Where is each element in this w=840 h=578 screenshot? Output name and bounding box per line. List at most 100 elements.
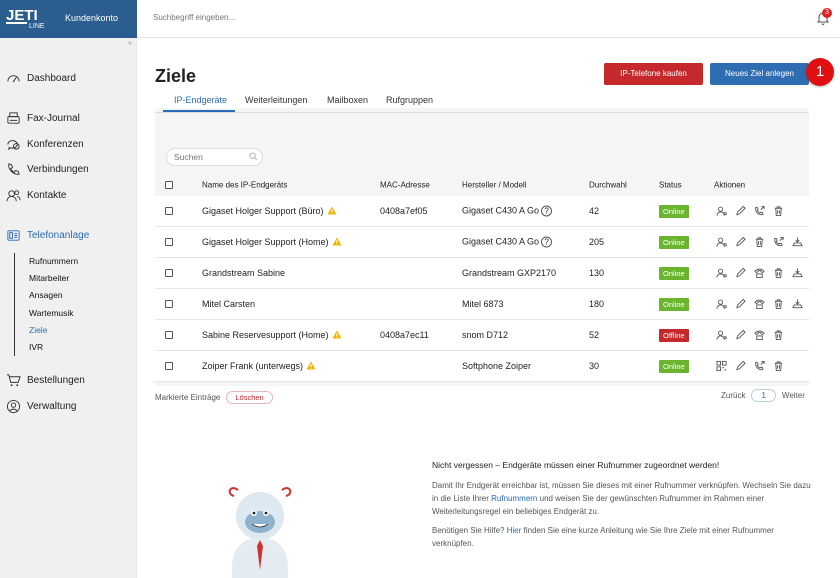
trash-icon[interactable] bbox=[773, 268, 784, 279]
qr-code-icon[interactable] bbox=[716, 360, 727, 372]
phone-icon bbox=[8, 163, 20, 175]
call-forward-icon[interactable] bbox=[754, 360, 765, 372]
new-target-button[interactable]: Neues Ziel anlegen bbox=[710, 63, 809, 85]
row-checkbox[interactable] bbox=[165, 300, 173, 308]
subnav-wartemusik[interactable]: Wartemusik bbox=[29, 305, 78, 322]
rufnummern-link[interactable]: Rufnummern bbox=[491, 494, 537, 503]
user-circle-icon bbox=[6, 399, 21, 414]
provision-icon[interactable] bbox=[792, 299, 803, 310]
row-checkbox[interactable] bbox=[165, 331, 173, 339]
assign-user-icon[interactable] bbox=[716, 206, 727, 217]
device-name[interactable]: Gigaset Holger Support (Büro) bbox=[202, 206, 337, 216]
edit-icon[interactable] bbox=[735, 205, 746, 217]
provision-icon[interactable] bbox=[792, 237, 803, 248]
nav-verwaltung[interactable]: Verwaltung bbox=[6, 399, 76, 414]
table-row[interactable]: Zoiper Frank (unterwegs) Softphone Zoiper… bbox=[155, 351, 809, 382]
delete-selected-button[interactable]: Löschen bbox=[226, 391, 273, 404]
desk-phone-icon[interactable] bbox=[754, 268, 765, 279]
device-name[interactable]: Zoiper Frank (unterwegs) bbox=[202, 361, 316, 371]
select-all-checkbox[interactable] bbox=[165, 181, 173, 189]
desk-phone-icon[interactable] bbox=[754, 330, 765, 341]
nav-konferenzen[interactable]: Konferenzen bbox=[6, 137, 84, 152]
svg-text:LINE: LINE bbox=[29, 23, 45, 30]
assign-user-icon[interactable] bbox=[716, 299, 727, 310]
nav-dashboard[interactable]: Dashboard bbox=[6, 71, 76, 86]
marked-entries-label: Markierte Einträge bbox=[155, 393, 221, 402]
extension: 42 bbox=[589, 206, 600, 216]
device-model-text: Gigaset C430 A Go bbox=[462, 205, 540, 216]
subnav-ansagen[interactable]: Ansagen bbox=[29, 287, 78, 304]
device-name[interactable]: Grandstream Sabine bbox=[202, 268, 285, 278]
status-badge: Online bbox=[659, 236, 689, 249]
status-badge: Online bbox=[659, 360, 689, 373]
header-status: Status bbox=[659, 180, 682, 190]
nav-verbindungen-label: Verbindungen bbox=[27, 164, 89, 175]
assign-user-icon[interactable] bbox=[716, 268, 727, 279]
phone-system-icon bbox=[7, 230, 20, 241]
table-row[interactable]: Gigaset Holger Support (Büro) 0408a7ef05 G… bbox=[155, 196, 809, 227]
tab-divider bbox=[155, 112, 809, 113]
device-name[interactable]: Mitel Carsten bbox=[202, 299, 255, 309]
call-forward-icon[interactable] bbox=[773, 236, 784, 248]
tab-ip-endgeraete[interactable]: IP-Endgeräte bbox=[174, 95, 227, 105]
next-page-button[interactable]: Weiter bbox=[782, 391, 805, 400]
trash-icon[interactable] bbox=[773, 299, 784, 310]
edit-icon[interactable] bbox=[735, 298, 746, 310]
assign-user-icon[interactable] bbox=[716, 237, 727, 248]
table-row[interactable]: Sabine Reservesupport (Home) 0408a7ec11 sn… bbox=[155, 320, 809, 351]
table-row[interactable]: Mitel Carsten Mitel 6873 180 Online bbox=[155, 289, 809, 320]
global-search-input[interactable] bbox=[153, 13, 353, 22]
collapse-sidebar-icon[interactable]: « bbox=[128, 40, 132, 47]
edit-icon[interactable] bbox=[735, 236, 746, 248]
search-icon[interactable] bbox=[249, 152, 258, 161]
edit-icon[interactable] bbox=[735, 360, 746, 372]
help-link[interactable]: Hier bbox=[507, 526, 522, 535]
device-name[interactable]: Sabine Reservesupport (Home) bbox=[202, 330, 342, 340]
device-model: Softphone Zoiper bbox=[462, 361, 531, 371]
step-marker: 1 bbox=[806, 58, 834, 86]
tab-weiterleitungen[interactable]: Weiterleitungen bbox=[245, 95, 307, 105]
edit-icon[interactable] bbox=[735, 267, 746, 279]
nav-telefonanlage[interactable]: Telefonanlage bbox=[6, 228, 89, 243]
trash-icon[interactable] bbox=[754, 237, 765, 248]
provision-icon[interactable] bbox=[792, 268, 803, 279]
table-row[interactable]: Gigaset Holger Support (Home) Gigaset C43… bbox=[155, 227, 809, 258]
table-header: Name des IP-Endgeräts MAC-Adresse Herste… bbox=[155, 174, 809, 196]
help-icon[interactable]: ? bbox=[541, 205, 553, 217]
subnav-ziele[interactable]: Ziele bbox=[29, 322, 78, 339]
table-row[interactable]: Grandstream Sabine Grandstream GXP2170 130… bbox=[155, 258, 809, 289]
subnav-ivr[interactable]: IVR bbox=[29, 339, 78, 356]
device-name-text: Gigaset Holger Support (Büro) bbox=[202, 206, 324, 216]
nav-fax-journal[interactable]: Fax-Journal bbox=[6, 111, 80, 126]
tab-rufgruppen[interactable]: Rufgruppen bbox=[386, 95, 433, 105]
header-model: Hersteller / Modell bbox=[462, 180, 527, 190]
jeti-logo[interactable]: JETI LINE bbox=[6, 6, 61, 30]
buy-phones-button[interactable]: IP-Telefone kaufen bbox=[604, 63, 703, 85]
status-badge-wrap: Online bbox=[659, 360, 689, 373]
conference-icon bbox=[7, 140, 20, 151]
desk-phone-icon[interactable] bbox=[754, 299, 765, 310]
trash-icon[interactable] bbox=[773, 330, 784, 341]
nav-kontakte[interactable]: Kontakte bbox=[6, 188, 66, 203]
tab-mailboxen[interactable]: Mailboxen bbox=[327, 95, 368, 105]
subnav-rufnummern[interactable]: Rufnummern bbox=[29, 253, 78, 270]
trash-icon[interactable] bbox=[773, 206, 784, 217]
row-checkbox[interactable] bbox=[165, 362, 173, 370]
device-name[interactable]: Gigaset Holger Support (Home) bbox=[202, 237, 342, 247]
device-model: Gigaset C430 A Go? bbox=[462, 205, 553, 217]
call-forward-icon[interactable] bbox=[754, 205, 765, 217]
row-checkbox[interactable] bbox=[165, 207, 173, 215]
help-icon[interactable]: ? bbox=[541, 236, 553, 248]
row-checkbox[interactable] bbox=[165, 238, 173, 246]
assign-user-icon[interactable] bbox=[716, 330, 727, 341]
edit-icon[interactable] bbox=[735, 329, 746, 341]
current-page[interactable]: 1 bbox=[751, 389, 776, 402]
subnav-mitarbeiter[interactable]: Mitarbeiter bbox=[29, 270, 78, 287]
row-actions bbox=[716, 205, 784, 217]
device-model: Gigaset C430 A Go? bbox=[462, 236, 553, 248]
nav-verbindungen[interactable]: Verbindungen bbox=[6, 162, 89, 177]
prev-page-button[interactable]: Zurück bbox=[721, 391, 745, 400]
row-checkbox[interactable] bbox=[165, 269, 173, 277]
trash-icon[interactable] bbox=[773, 361, 784, 372]
nav-bestellungen[interactable]: Bestellungen bbox=[6, 373, 85, 388]
